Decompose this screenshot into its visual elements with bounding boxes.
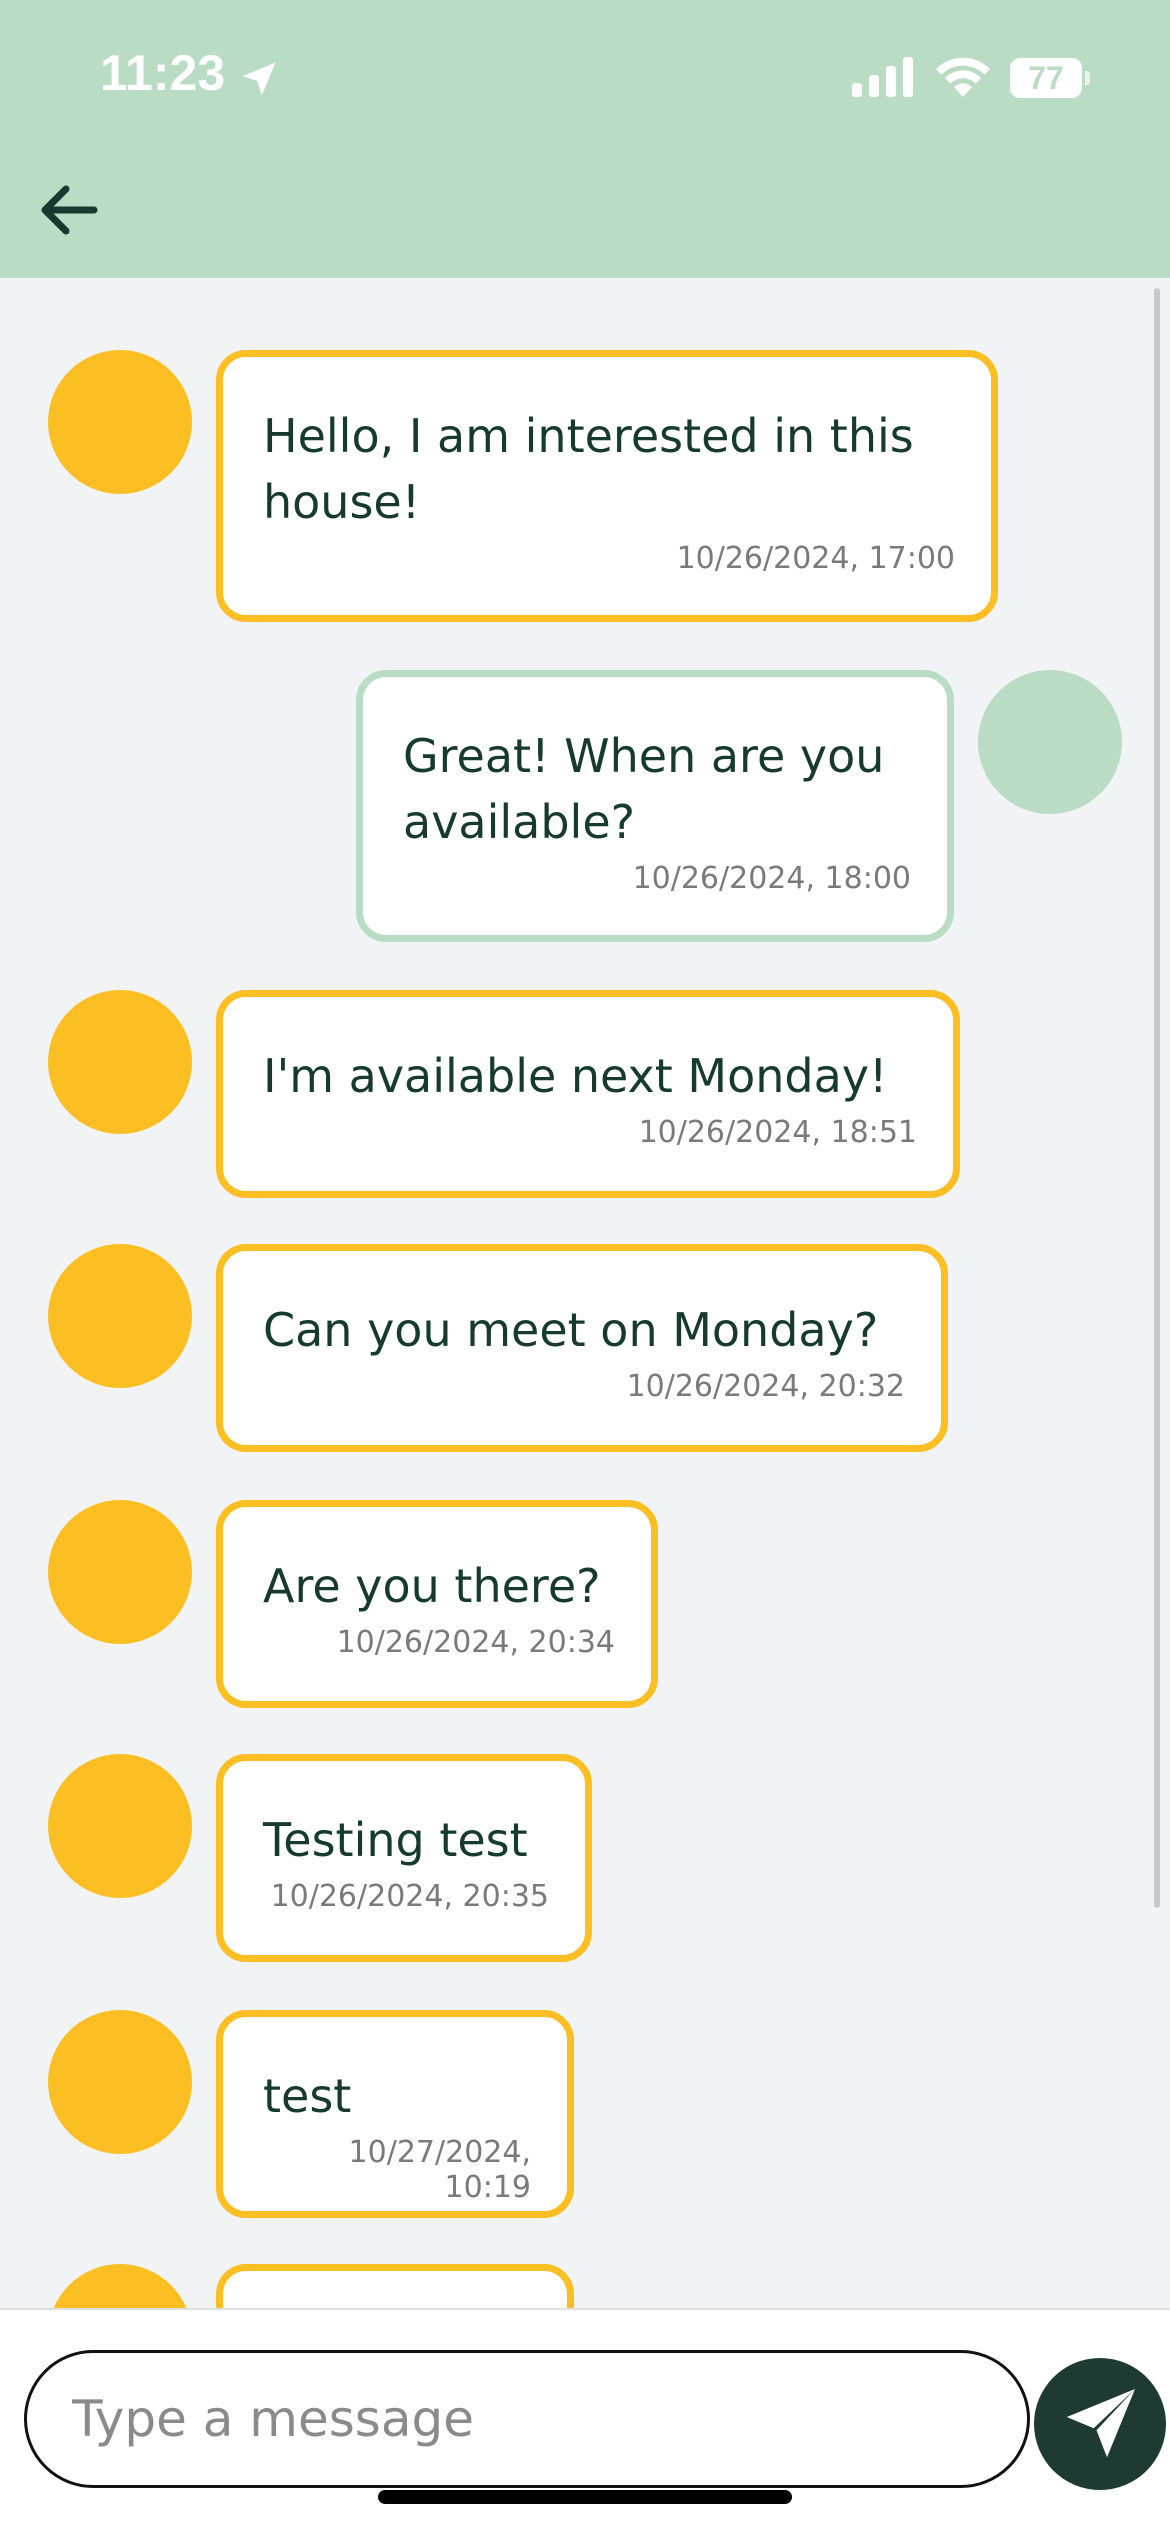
sender-avatar: [48, 2264, 192, 2308]
message-bubble-own: Great! When are you available? 10/26/202…: [356, 670, 954, 942]
message-bubble: Hello, I am interested in this house! 10…: [216, 350, 998, 622]
message-bubble: I'm available next Monday! 10/26/2024, 1…: [216, 990, 960, 1198]
battery-icon: 77: [1010, 58, 1090, 98]
send-button[interactable]: [1034, 2358, 1166, 2490]
message-text: Great! When are you available?: [403, 729, 885, 849]
message-bubble: Testing test 10/26/2024, 20:35: [216, 1754, 592, 1962]
sender-avatar: [48, 350, 192, 494]
message-text: test: [263, 2069, 352, 2123]
message-text: I'm available next Monday!: [263, 1049, 888, 1103]
message-timestamp: 10/26/2024, 17:00: [676, 541, 955, 576]
scrollbar[interactable]: [1154, 288, 1160, 1908]
sender-avatar: [48, 990, 192, 1134]
message-bubble: Are you there? 10/26/2024, 20:34: [216, 1500, 658, 1708]
home-indicator: [378, 2490, 792, 2504]
message-bubble-partial: [216, 2264, 574, 2308]
location-arrow-icon: [242, 62, 276, 96]
header-bar: 11:23 77: [0, 0, 1170, 278]
sender-avatar: [48, 1500, 192, 1644]
message-timestamp: 10/26/2024, 18:00: [632, 861, 911, 896]
message-bubble: Can you meet on Monday? 10/26/2024, 20:3…: [216, 1244, 948, 1452]
paper-plane-icon: [1066, 2389, 1135, 2458]
message-timestamp: 10/26/2024, 20:34: [336, 1625, 615, 1660]
arrow-left-icon: [41, 185, 98, 235]
message-text: Hello, I am interested in this house!: [263, 409, 914, 529]
user-avatar: [978, 670, 1122, 814]
message-timestamp: 10/26/2024, 18:51: [638, 1115, 917, 1150]
sender-avatar: [48, 2010, 192, 2154]
message-timestamp: 10/26/2024, 20:32: [626, 1369, 905, 1404]
message-bubble: test 10/27/2024, 10:19: [216, 2010, 574, 2218]
signal-icon: [852, 57, 913, 97]
message-text: Can you meet on Monday?: [263, 1303, 879, 1357]
chat-message-list[interactable]: Hello, I am interested in this house! 10…: [0, 278, 1170, 2308]
message-timestamp: 10/26/2024, 20:35: [270, 1879, 549, 1914]
sender-avatar: [48, 1754, 192, 1898]
sender-avatar: [48, 1244, 192, 1388]
status-time: 11:23: [100, 45, 226, 101]
message-timestamp: 10/27/2024, 10:19: [348, 2135, 531, 2205]
message-input[interactable]: [24, 2350, 1030, 2488]
message-text: Are you there?: [263, 1559, 601, 1613]
wifi-icon: [936, 57, 990, 97]
message-text: Testing test: [263, 1813, 528, 1867]
back-button[interactable]: [30, 170, 110, 250]
battery-level: 77: [1028, 59, 1064, 96]
